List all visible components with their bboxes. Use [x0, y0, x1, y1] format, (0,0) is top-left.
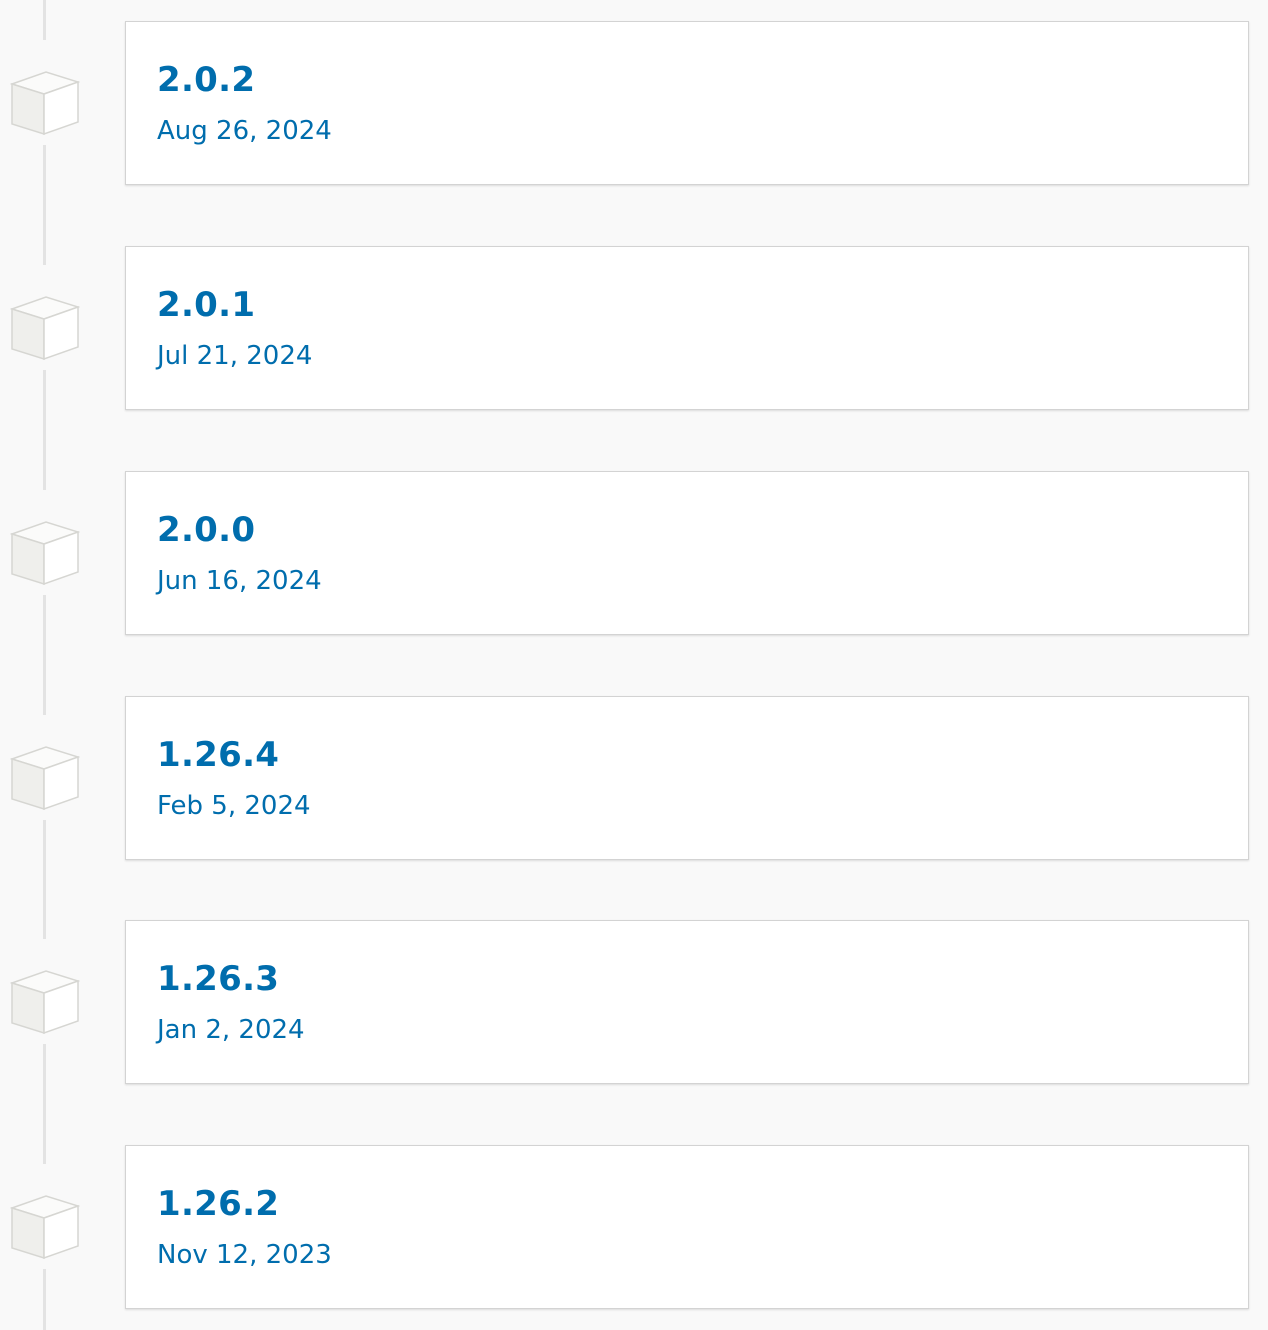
package-box-icon	[0, 265, 90, 370]
release-version-link[interactable]: 1.26.3	[157, 957, 279, 1001]
release-version-link[interactable]: 2.0.2	[157, 58, 255, 102]
release-item: 1.26.4 Feb 5, 2024	[0, 675, 1268, 900]
release-date: Jun 16, 2024	[157, 566, 322, 596]
release-card[interactable]: 2.0.2 Aug 26, 2024	[125, 21, 1249, 185]
release-card[interactable]: 1.26.2 Nov 12, 2023	[125, 1145, 1249, 1309]
release-item: 1.26.2 Nov 12, 2023	[0, 1124, 1268, 1330]
release-date: Jan 2, 2024	[157, 1015, 305, 1045]
release-item: 1.26.3 Jan 2, 2024	[0, 899, 1268, 1124]
release-card[interactable]: 1.26.4 Feb 5, 2024	[125, 696, 1249, 860]
release-date: Nov 12, 2023	[157, 1240, 332, 1270]
release-item: 2.0.0 Jun 16, 2024	[0, 450, 1268, 675]
release-card[interactable]: 2.0.0 Jun 16, 2024	[125, 471, 1249, 635]
release-date: Aug 26, 2024	[157, 116, 332, 146]
package-box-icon	[0, 1164, 90, 1269]
release-version-link[interactable]: 2.0.1	[157, 283, 255, 327]
package-box-icon	[0, 40, 90, 145]
release-history: 2.0.2 Aug 26, 2024 2.0.1 Jul 21, 2024 2.	[0, 0, 1268, 1330]
release-version-link[interactable]: 1.26.2	[157, 1182, 279, 1226]
release-card[interactable]: 1.26.3 Jan 2, 2024	[125, 920, 1249, 1084]
release-version-link[interactable]: 1.26.4	[157, 733, 279, 777]
release-date: Jul 21, 2024	[157, 341, 313, 371]
release-card[interactable]: 2.0.1 Jul 21, 2024	[125, 246, 1249, 410]
package-box-icon	[0, 939, 90, 1044]
release-date: Feb 5, 2024	[157, 791, 311, 821]
release-item: 2.0.2 Aug 26, 2024	[0, 0, 1268, 225]
release-item: 2.0.1 Jul 21, 2024	[0, 225, 1268, 450]
package-box-icon	[0, 715, 90, 820]
release-version-link[interactable]: 2.0.0	[157, 508, 255, 552]
package-box-icon	[0, 490, 90, 595]
